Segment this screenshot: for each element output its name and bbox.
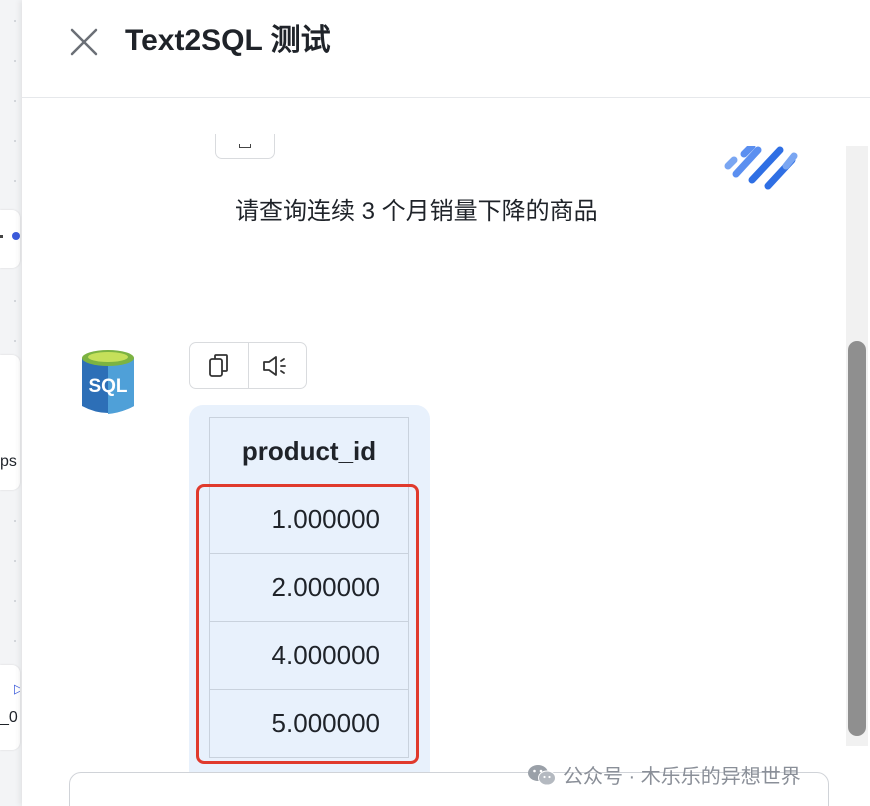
copy-icon bbox=[208, 353, 228, 377]
node-connector-dot bbox=[12, 232, 20, 240]
speak-button[interactable] bbox=[247, 343, 307, 388]
drawer-title: Text2SQL 测试 bbox=[125, 24, 331, 57]
result-table: product_id 1.000000 2.000000 4.000000 5.… bbox=[209, 417, 409, 758]
assistant-message-bubble: product_id 1.000000 2.000000 4.000000 5.… bbox=[189, 405, 430, 785]
close-icon bbox=[70, 28, 98, 56]
scrollbar-thumb[interactable] bbox=[848, 341, 866, 736]
test-drawer: Text2SQL 测试 请查询连续 3 个月销量下降的商品 SQL produc… bbox=[22, 0, 870, 806]
message-toolbar-partial[interactable] bbox=[215, 134, 275, 159]
table-row: 5.000000 bbox=[209, 689, 409, 758]
background-node-card: ps bbox=[0, 355, 20, 490]
user-avatar-icon bbox=[724, 146, 798, 190]
table-cell: 5.000000 bbox=[209, 689, 409, 758]
background-partial-label: _0 bbox=[0, 709, 18, 726]
column-header: product_id bbox=[209, 417, 409, 486]
close-button[interactable] bbox=[66, 24, 102, 60]
table-row: 1.000000 bbox=[209, 485, 409, 554]
sql-avatar-label: SQL bbox=[88, 376, 127, 397]
table-cell: 2.000000 bbox=[209, 553, 409, 622]
background-canvas: ps ▷ _0 bbox=[0, 0, 22, 806]
message-toolbar bbox=[189, 342, 307, 389]
wechat-icon bbox=[528, 764, 556, 785]
speaker-icon bbox=[263, 355, 287, 376]
table-cell: 4.000000 bbox=[209, 621, 409, 690]
user-question: 请查询连续 3 个月销量下降的商品 bbox=[235, 198, 598, 225]
chat-area: 请查询连续 3 个月销量下降的商品 SQL product_id 1.00000… bbox=[22, 98, 870, 806]
table-row: 2.000000 bbox=[209, 553, 409, 622]
scrollbar[interactable] bbox=[846, 146, 868, 746]
drawer-header: Text2SQL 测试 bbox=[22, 0, 870, 98]
table-cell: 1.000000 bbox=[209, 485, 409, 554]
background-partial-label: ps bbox=[0, 453, 17, 470]
sql-database-icon: SQL bbox=[82, 350, 134, 414]
copy-button[interactable] bbox=[190, 343, 248, 388]
play-icon: ▷ bbox=[14, 681, 20, 696]
table-header-row: product_id bbox=[209, 417, 409, 486]
background-node-card bbox=[0, 210, 20, 268]
watermark: 公众号 · 木乐乐的异想世界 bbox=[527, 760, 801, 789]
background-node-card: ▷ _0 bbox=[0, 665, 20, 750]
watermark-text: 公众号 · 木乐乐的异想世界 bbox=[563, 766, 801, 788]
table-row: 4.000000 bbox=[209, 621, 409, 690]
